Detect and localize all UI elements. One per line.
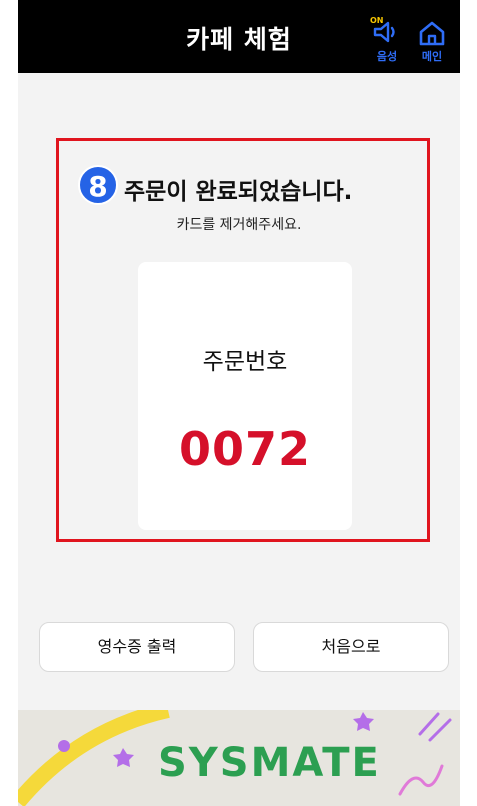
- order-number-value: 0072: [178, 422, 312, 476]
- order-number-card: 주문번호 0072: [138, 262, 352, 530]
- header-bar: 카페 체험 ON 음성 메인: [18, 0, 460, 73]
- print-receipt-button[interactable]: 영수증 출력: [39, 622, 235, 672]
- app-frame: 카페 체험 ON 음성 메인 8 주문이 완료되었습니다. 카드를 제거해주세요…: [18, 0, 460, 806]
- sound-button[interactable]: ON 음성: [370, 16, 404, 64]
- home-icon: [419, 21, 445, 46]
- sound-label: 음성: [376, 50, 398, 63]
- go-home-button[interactable]: 처음으로: [253, 622, 449, 672]
- order-complete-title: 주문이 완료되었습니다.: [124, 179, 353, 205]
- step-badge: 8: [78, 165, 118, 205]
- home-button[interactable]: 메인: [415, 18, 449, 64]
- remove-card-message: 카드를 제거해주세요.: [176, 217, 302, 233]
- sysmate-logo: SYSMATE: [158, 740, 381, 786]
- home-label: 메인: [421, 50, 443, 63]
- speaker-icon: [373, 21, 395, 43]
- brand-banner: SYSMATE: [18, 710, 460, 806]
- order-number-label: 주문번호: [202, 349, 288, 375]
